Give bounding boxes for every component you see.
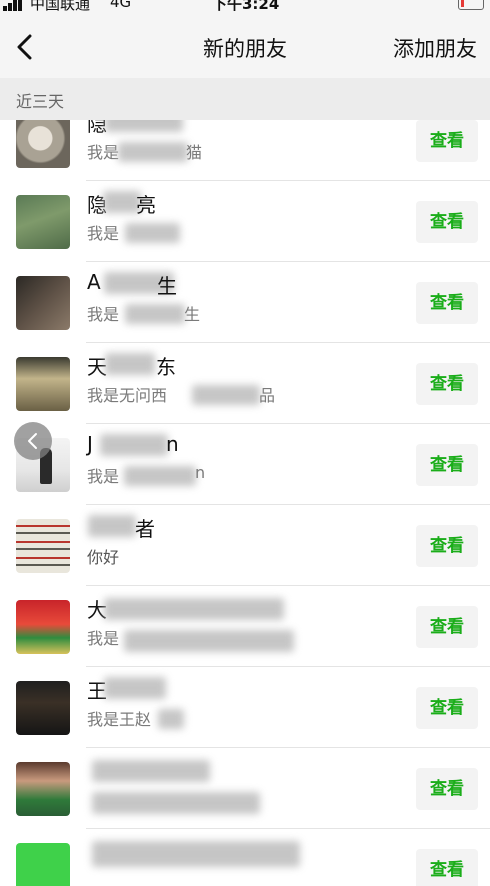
list-item[interactable]: 天 东 我是无问西 品 查看 [0,343,490,424]
contact-message: 我是王赵 [87,710,152,729]
contact-message: 我是 [87,629,120,648]
list-item[interactable]: 大 我是 查看 [0,586,490,667]
avatar [16,276,70,330]
contact-name-tail: 东 [156,355,176,379]
list-item[interactable]: 王 我是王赵 查看 [0,667,490,748]
list-item[interactable]: 隐 我是 猫 查看 [0,120,490,181]
view-button[interactable]: 查看 [416,444,478,486]
contact-message-tail: 猫 [186,143,203,162]
contact-message: 我是 [87,467,120,486]
contact-message-tail: 生 [184,305,201,324]
contact-name: J [87,432,93,456]
section-header: 近三天 [0,78,490,120]
carrier-label: 中国联通 [30,0,91,13]
list-item[interactable]: 查看 [0,829,490,886]
contact-message: 你好 [87,548,120,567]
section-label: 近三天 [16,92,65,111]
list-item[interactable]: 隐 亮 我是 查看 [0,181,490,262]
clock: 下午3:24 [212,0,280,13]
list-item[interactable]: 查看 [0,748,490,829]
friend-request-list: 隐 我是 猫 查看 隐 亮 我是 查看 A 生 我是 生 查看 天 东 我是无问… [0,120,490,886]
view-button[interactable]: 查看 [416,849,478,886]
view-button[interactable]: 查看 [416,201,478,243]
contact-name-tail: 者 [135,517,155,541]
chevron-left-icon [28,433,37,449]
avatar [16,120,70,168]
avatar [16,600,70,654]
floating-collapse-button[interactable] [14,422,52,460]
view-button[interactable]: 查看 [416,606,478,648]
list-item[interactable]: J n 我是 n 查看 [0,424,490,505]
avatar [16,519,70,573]
battery-icon [458,0,484,10]
view-button[interactable]: 查看 [416,525,478,567]
avatar [16,762,70,816]
contact-name: 隐 [87,120,107,136]
contact-message-tail: n [195,463,206,482]
avatar [16,681,70,735]
contact-message: 我是 [87,224,120,243]
nav-bar: 新的朋友 添加朋友 [0,14,490,78]
avatar [16,843,70,886]
view-button[interactable]: 查看 [416,120,478,162]
network-label: 4G [110,0,132,11]
contact-message-tail: 品 [259,386,276,405]
signal-icon [3,0,27,11]
contact-name-tail: n [166,432,179,456]
view-button[interactable]: 查看 [416,363,478,405]
contact-name-tail: 亮 [136,193,156,217]
view-button[interactable]: 查看 [416,768,478,810]
list-item[interactable]: A 生 我是 生 查看 [0,262,490,343]
avatar [16,195,70,249]
contact-name: A [87,270,101,294]
list-item[interactable]: 者 你好 查看 [0,505,490,586]
add-friend-button[interactable]: 添加朋友 [393,33,477,63]
status-bar: 中国联通 4G 下午3:24 [0,0,490,14]
contact-message: 我是无问西 [87,386,168,405]
contact-name: 天 [87,355,107,379]
avatar [16,357,70,411]
contact-name-tail: 生 [157,274,177,298]
contact-message: 我是 [87,305,120,324]
view-button[interactable]: 查看 [416,687,478,729]
view-button[interactable]: 查看 [416,282,478,324]
contact-message: 我是 [87,143,120,162]
